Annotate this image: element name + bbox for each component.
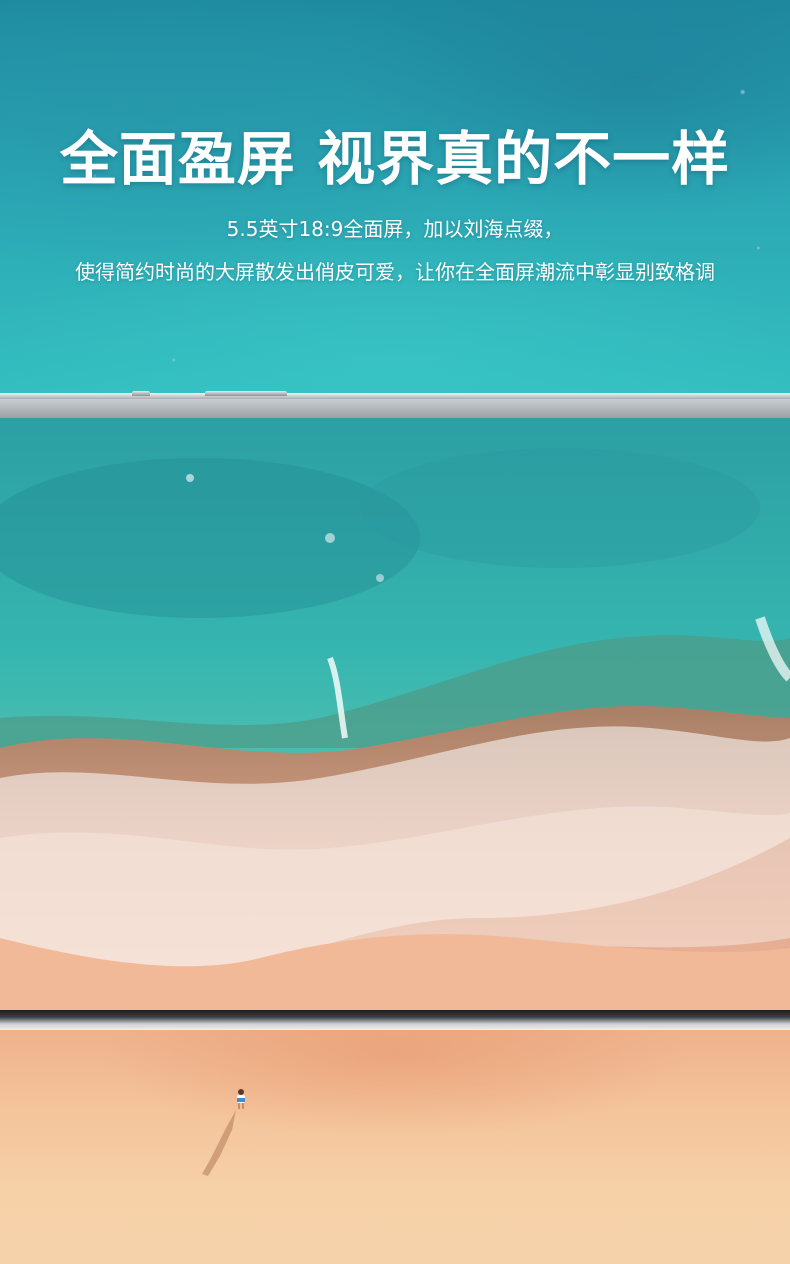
page-title: 全面盈屏 视界真的不一样 (59, 125, 731, 193)
phone-screen (0, 418, 790, 1010)
sand-background (0, 1030, 790, 1264)
beach-aerial-illustration (0, 418, 790, 1010)
subtitle-line-2: 使得简约时尚的大屏散发出俏皮可爱，让你在全面屏潮流中彰显别致格调 (75, 260, 715, 284)
person-shadow (202, 1110, 236, 1176)
beach-person-icon (237, 1089, 245, 1109)
phone-volume-button (205, 391, 287, 396)
ocean-foam-texture (0, 0, 790, 400)
phone-side-button (132, 391, 150, 396)
subtitle-line-1: 5.5英寸18:9全面屏，加以刘海点缀， (226, 217, 564, 241)
product-banner: 全面盈屏 视界真的不一样 5.5英寸18:9全面屏，加以刘海点缀， 使得简约时尚… (0, 0, 790, 1264)
phone-top-edge (0, 393, 790, 399)
phone-bottom-edge (0, 1010, 790, 1030)
